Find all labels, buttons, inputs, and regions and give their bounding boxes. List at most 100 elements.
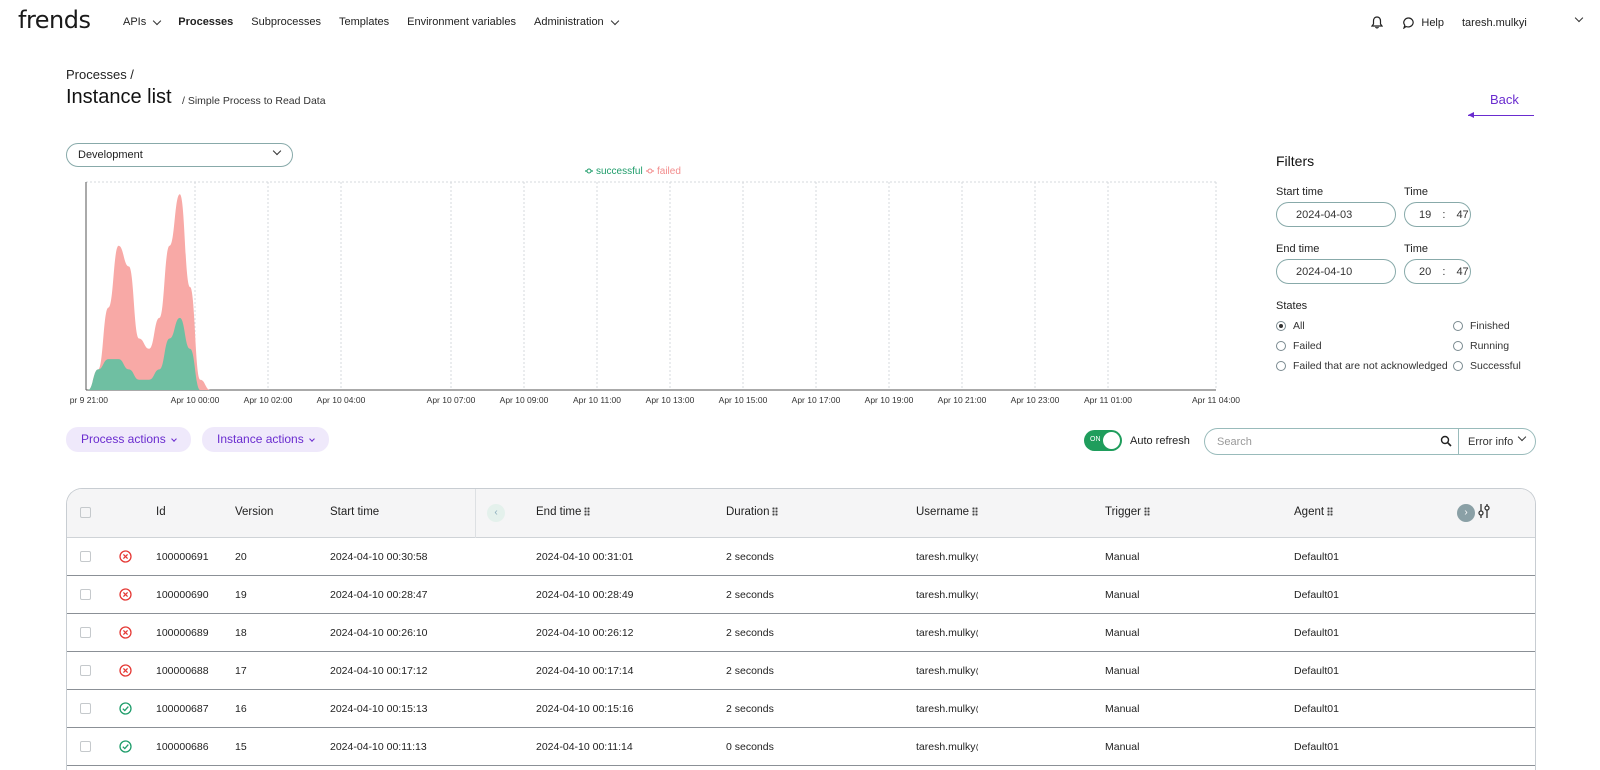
- header-duration-label: Duration: [726, 506, 770, 518]
- cell-trigger: Manual: [1105, 551, 1140, 563]
- state-radio-all[interactable]: All: [1276, 320, 1305, 332]
- x-tick-label: Apr 10 04:00: [317, 395, 366, 405]
- cell-id[interactable]: 100000689: [156, 627, 209, 639]
- cell-id[interactable]: 100000690: [156, 589, 209, 601]
- start-hour[interactable]: 19: [1419, 209, 1431, 221]
- header-duration[interactable]: Duration: [726, 506, 779, 518]
- cell-id[interactable]: 100000688: [156, 665, 209, 677]
- nav-administration[interactable]: Administration: [534, 16, 619, 28]
- nav-environment-variables-label: Environment variables: [407, 16, 516, 28]
- drag-handle-icon[interactable]: [1144, 507, 1150, 516]
- nav-environment-variables[interactable]: Environment variables: [407, 16, 516, 28]
- x-tick-label: Apr 10 00:00: [171, 395, 220, 405]
- chevron-down-icon: [1517, 432, 1527, 442]
- search-mode-select[interactable]: Error info: [1458, 428, 1536, 455]
- chevron-down-icon: [152, 16, 162, 25]
- drag-handle-icon[interactable]: [972, 507, 979, 516]
- nav-processes[interactable]: Processes: [178, 16, 233, 28]
- search-icon[interactable]: [1440, 435, 1452, 447]
- legend-dot-failed: [647, 168, 653, 174]
- legend-label-successful: successful: [596, 166, 643, 177]
- start-clock-label: Time: [1404, 186, 1429, 198]
- row-checkbox[interactable]: [80, 703, 91, 714]
- chevron-left-icon[interactable]: ‹: [487, 504, 505, 522]
- frends-logo[interactable]: frends: [18, 6, 91, 34]
- toggle-knob: [1103, 432, 1120, 449]
- header-agent[interactable]: Agent: [1294, 506, 1334, 518]
- table-row[interactable]: 100000688 17 2024-04-10 00:17:12 2024-04-10…: [67, 652, 1535, 690]
- header-start-time[interactable]: Start time: [330, 506, 379, 518]
- user-menu[interactable]: taresh.mulkyi: [1462, 17, 1550, 29]
- row-checkbox[interactable]: [80, 665, 91, 676]
- row-checkbox[interactable]: [80, 741, 91, 752]
- table-row[interactable]: 100000691 20 2024-04-10 00:30:58 2024-04-10…: [67, 538, 1535, 576]
- bell-icon[interactable]: [1371, 16, 1384, 29]
- drag-handle-icon[interactable]: [584, 507, 591, 516]
- nav-apis[interactable]: APIs: [123, 16, 162, 28]
- process-actions-button[interactable]: Process actions: [66, 427, 191, 452]
- header-end-time-label: End time: [536, 506, 582, 518]
- x-tick-label: Apr 10 17:00: [792, 395, 841, 405]
- end-time-field[interactable]: 20 : 47: [1404, 259, 1471, 284]
- header-end-time[interactable]: End time: [536, 506, 591, 518]
- select-all-checkbox[interactable]: [80, 507, 91, 518]
- page-subtitle: / Simple Process to Read Data: [182, 95, 326, 107]
- cell-id[interactable]: 100000686: [156, 741, 209, 753]
- cell-id[interactable]: 100000687: [156, 703, 209, 715]
- header-id[interactable]: Id: [156, 506, 166, 518]
- help-link[interactable]: Help: [1403, 17, 1444, 29]
- cell-version: 16: [235, 703, 247, 715]
- row-checkbox[interactable]: [80, 589, 91, 600]
- header-username[interactable]: Username: [916, 506, 979, 518]
- start-date-field[interactable]: 2024-04-03: [1276, 202, 1396, 227]
- table-row[interactable]: 100000690 19 2024-04-10 00:28:47 2024-04-10…: [67, 576, 1535, 614]
- arrow-left-icon: [1468, 112, 1474, 118]
- nav-templates[interactable]: Templates: [339, 16, 389, 28]
- drag-handle-icon[interactable]: [1327, 507, 1334, 516]
- cell-id[interactable]: 100000691: [156, 551, 209, 563]
- state-label: Running: [1470, 340, 1510, 352]
- state-radio-failed-not-acknowledged[interactable]: Failed that are not acknowledged: [1276, 360, 1448, 372]
- row-checkbox[interactable]: [80, 627, 91, 638]
- nav-right: Help taresh.mulkyi: [1371, 16, 1550, 29]
- column-settings-icon[interactable]: [1477, 503, 1491, 519]
- instance-actions-button[interactable]: Instance actions: [202, 427, 329, 452]
- state-radio-running[interactable]: Running: [1453, 340, 1509, 352]
- end-time-label: End time: [1276, 243, 1320, 255]
- auto-refresh-toggle[interactable]: ON: [1084, 430, 1122, 451]
- breadcrumb[interactable]: Processes /: [66, 67, 134, 82]
- cell-trigger: Manual: [1105, 703, 1140, 715]
- nav-subprocesses[interactable]: Subprocesses: [251, 16, 321, 28]
- back-button[interactable]: Back: [1490, 92, 1519, 107]
- state-label: Failed that are not acknowledged: [1293, 360, 1448, 372]
- end-hour[interactable]: 20: [1419, 266, 1431, 278]
- cell-duration: 2 seconds: [726, 665, 774, 677]
- radio-unchecked: [1276, 361, 1286, 371]
- state-radio-finished[interactable]: Finished: [1453, 320, 1510, 332]
- state-radio-successful[interactable]: Successful: [1453, 360, 1521, 372]
- end-minute[interactable]: 47: [1456, 266, 1468, 278]
- header-trigger[interactable]: Trigger: [1105, 506, 1150, 518]
- row-checkbox[interactable]: [80, 551, 91, 562]
- drag-handle-icon[interactable]: [772, 507, 779, 516]
- chevron-right-icon[interactable]: ›: [1457, 504, 1475, 522]
- table-row[interactable]: 100000689 18 2024-04-10 00:26:10 2024-04-10…: [67, 614, 1535, 652]
- start-minute[interactable]: 47: [1456, 209, 1468, 221]
- table-row[interactable]: 100000687 16 2024-04-10 00:15:13 2024-04-10…: [67, 690, 1535, 728]
- search-input[interactable]: Search: [1204, 428, 1466, 455]
- chevron-down-icon[interactable]: [1574, 13, 1584, 23]
- chevron-down-icon: [272, 146, 282, 156]
- state-radio-failed[interactable]: Failed: [1276, 340, 1322, 352]
- x-tick-label: Apr 10 13:00: [646, 395, 695, 405]
- start-time-field[interactable]: 19 : 47: [1404, 202, 1471, 227]
- header-trigger-label: Trigger: [1105, 506, 1141, 518]
- table-row[interactable]: 100000686 15 2024-04-10 00:11:13 2024-04-10…: [67, 728, 1535, 766]
- process-actions-label: Process actions: [81, 432, 166, 446]
- time-separator: :: [1442, 266, 1446, 278]
- header-username-label: Username: [916, 506, 970, 518]
- end-date-field[interactable]: 2024-04-10: [1276, 259, 1396, 284]
- x-tick-label: Apr 10 21:00: [938, 395, 987, 405]
- chevron-down-icon: [610, 16, 619, 25]
- header-version[interactable]: Version: [235, 506, 273, 518]
- cell-start: 2024-04-10 00:17:12: [330, 665, 428, 677]
